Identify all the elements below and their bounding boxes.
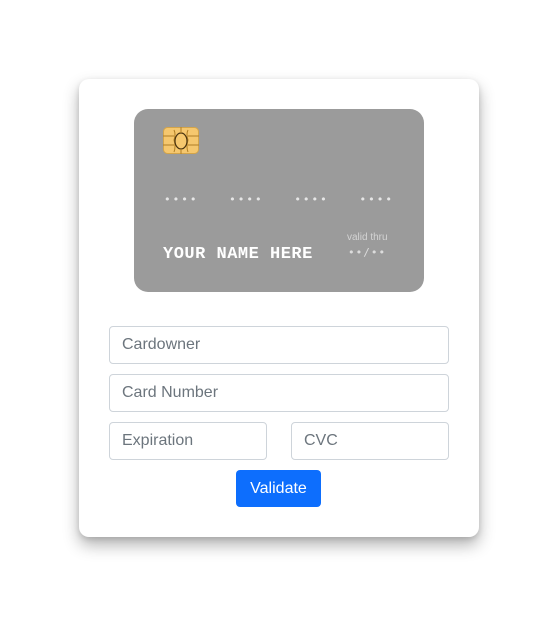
cvc-input[interactable] <box>291 422 449 460</box>
card-number-group: •••• <box>164 193 199 206</box>
card-holder-name: YOUR NAME HERE <box>163 245 313 264</box>
expiration-input[interactable] <box>109 422 267 460</box>
card-number-display: •••• •••• •••• •••• <box>164 193 394 206</box>
card-expiry-display: ••/•• <box>348 246 387 259</box>
cardowner-input[interactable] <box>109 326 449 364</box>
credit-card-preview: •••• •••• •••• •••• YOUR NAME HERE valid… <box>134 109 424 292</box>
validate-button[interactable]: Validate <box>236 470 321 507</box>
chip-icon <box>163 127 199 154</box>
valid-thru-label: valid thru <box>347 232 388 243</box>
card-number-group: •••• <box>294 193 329 206</box>
card-number-group: •••• <box>229 193 264 206</box>
card-number-group: •••• <box>359 193 394 206</box>
card-number-input[interactable] <box>109 374 449 412</box>
payment-panel: •••• •••• •••• •••• YOUR NAME HERE valid… <box>79 79 479 537</box>
